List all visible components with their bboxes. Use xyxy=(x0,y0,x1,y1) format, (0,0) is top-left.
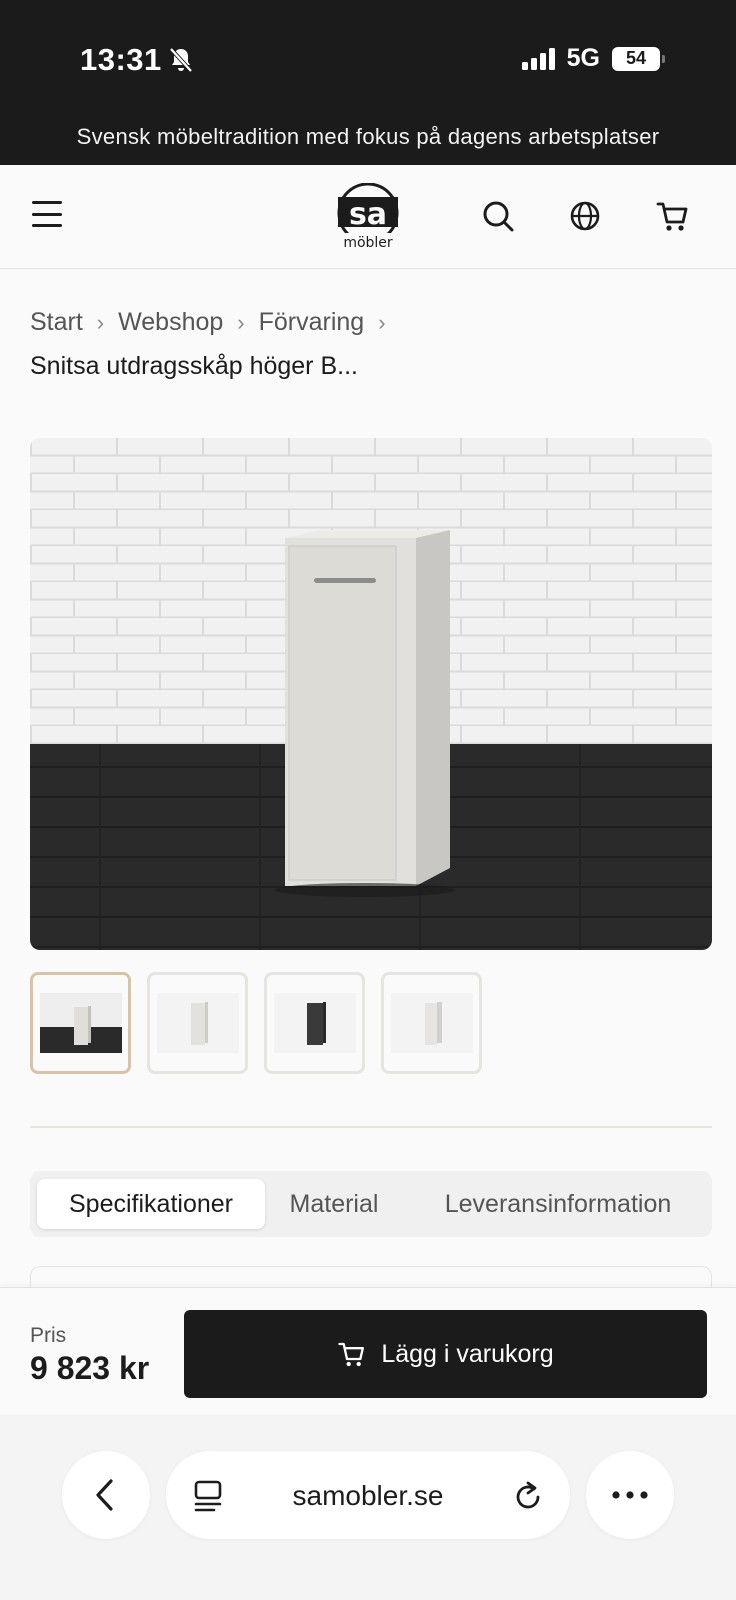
network-type: 5G xyxy=(566,44,600,72)
product-main-image[interactable] xyxy=(30,438,712,950)
add-to-cart-label: Lägg i varukorg xyxy=(381,1339,554,1368)
search-icon[interactable] xyxy=(480,198,516,234)
menu-icon[interactable] xyxy=(32,201,62,227)
battery-icon: 54 xyxy=(612,46,665,71)
tab-specifikationer[interactable]: Specifikationer xyxy=(37,1179,265,1229)
thumbnail-strip xyxy=(30,972,482,1074)
bell-slash-icon xyxy=(169,47,193,73)
logo-text: sa xyxy=(349,197,387,232)
breadcrumb-webshop[interactable]: Webshop xyxy=(118,308,223,337)
chevron-left-icon xyxy=(96,1479,113,1511)
thumbnail-1[interactable] xyxy=(30,972,131,1074)
browser-toolbar: samobler.se xyxy=(0,1415,736,1600)
breadcrumb-separator: › xyxy=(378,309,386,335)
price-bar: Pris 9 823 kr Lägg i varukorg xyxy=(0,1287,736,1415)
site-header: sa möbler xyxy=(0,165,736,269)
thumbnail-4[interactable] xyxy=(381,972,482,1074)
breadcrumb-separator: › xyxy=(237,309,245,335)
reload-icon[interactable] xyxy=(512,1479,544,1513)
back-button[interactable] xyxy=(62,1451,150,1539)
status-time: 13:31 xyxy=(80,42,194,78)
price-label: Pris xyxy=(30,1324,67,1347)
breadcrumb-current: Snitsa utdragsskåp höger B... xyxy=(30,352,358,380)
status-and-promo-bar: 13:31 5G 54 Svensk möbeltradition med fo… xyxy=(0,0,736,165)
url-text: samobler.se xyxy=(292,1480,444,1511)
logo[interactable]: sa möbler xyxy=(335,183,401,251)
promo-text: Svensk möbeltradition med fokus på dagen… xyxy=(76,124,660,149)
signal-icon xyxy=(521,47,555,70)
section-divider xyxy=(30,1126,712,1128)
cart-icon xyxy=(338,1342,365,1367)
breadcrumb: Start › Webshop › Förvaring › xyxy=(30,308,386,337)
battery-level: 54 xyxy=(625,48,647,68)
add-to-cart-button[interactable]: Lägg i varukorg xyxy=(184,1310,707,1398)
product-tabs: Specifikationer Material Leveransinforma… xyxy=(30,1171,712,1237)
tab-material[interactable]: Material xyxy=(274,1179,394,1229)
more-icon xyxy=(612,1491,648,1499)
logo-subtext: möbler xyxy=(343,235,393,251)
tab-leveransinformation[interactable]: Leveransinformation xyxy=(408,1179,708,1229)
more-button[interactable] xyxy=(586,1451,674,1539)
price-value: 9 823 kr xyxy=(30,1350,150,1386)
breadcrumb-start[interactable]: Start xyxy=(30,308,83,337)
cart-icon[interactable] xyxy=(655,198,691,234)
thumbnail-2[interactable] xyxy=(147,972,248,1074)
status-indicators: 5G 54 xyxy=(521,44,665,73)
breadcrumb-separator: › xyxy=(96,309,105,335)
thumbnail-3[interactable] xyxy=(264,972,365,1074)
breadcrumb-forvaring[interactable]: Förvaring xyxy=(259,308,365,337)
address-bar[interactable]: samobler.se xyxy=(166,1451,570,1539)
status-time-text: 13:31 xyxy=(80,42,162,77)
globe-icon[interactable] xyxy=(567,198,603,234)
